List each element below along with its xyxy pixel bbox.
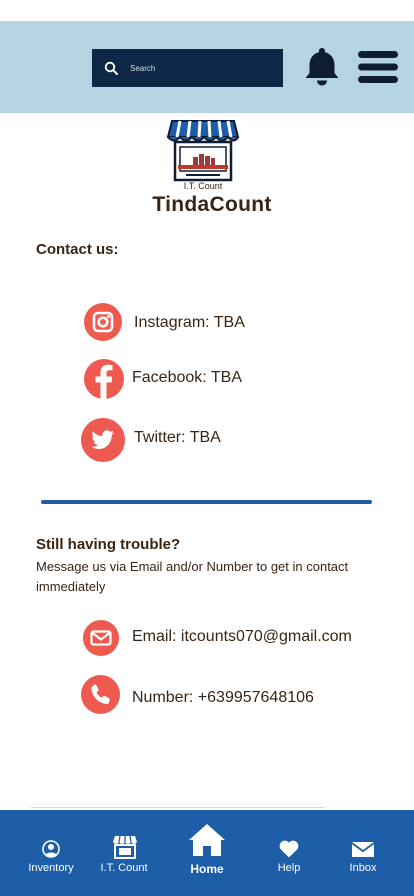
nav-item-inventory[interactable]: Inventory	[11, 810, 91, 896]
email-icon[interactable]	[83, 620, 119, 656]
phone-link[interactable]: Number: +639957648106	[132, 689, 314, 707]
logo-caption: I.T. Count	[183, 181, 223, 191]
twitter-icon[interactable]	[81, 418, 125, 462]
bell-icon[interactable]	[302, 45, 342, 87]
instagram-icon[interactable]	[84, 303, 122, 341]
facebook-icon[interactable]	[84, 359, 124, 399]
search-icon	[104, 61, 118, 75]
nav-item-help[interactable]: Help	[249, 810, 329, 896]
section-divider	[41, 500, 372, 504]
search-input[interactable]	[130, 63, 270, 73]
email-link[interactable]: Email: itcounts070@gmail.com	[132, 628, 352, 646]
search-bar[interactable]	[92, 49, 283, 87]
trouble-description: Message us via Email and/or Number to ge…	[36, 559, 349, 594]
contact-title: Contact us:	[36, 241, 119, 258]
heart-icon	[279, 840, 299, 858]
nav-label-it-count: I.T. Count	[100, 862, 148, 874]
nav-item-home[interactable]: Home	[167, 810, 247, 896]
user-icon	[42, 840, 60, 858]
app-title: TindaCount	[152, 193, 272, 216]
hamburger-menu-icon[interactable]	[358, 51, 398, 83]
facebook-link[interactable]: Facebook: TBA	[132, 369, 242, 387]
nav-label-inventory: Inventory	[28, 862, 74, 874]
content-end-divider	[31, 807, 325, 808]
store-logo-icon	[166, 120, 240, 182]
store-icon	[113, 835, 137, 859]
envelope-icon	[352, 842, 374, 857]
nav-item-inbox[interactable]: Inbox	[323, 810, 403, 896]
phone-icon[interactable]	[81, 675, 120, 714]
instagram-link[interactable]: Instagram: TBA	[134, 314, 245, 332]
bottom-navigation: Inventory I.T. Count Home Help Inbox	[0, 810, 414, 896]
home-icon	[189, 824, 225, 856]
nav-label-inbox: Inbox	[349, 862, 377, 874]
trouble-title: Still having trouble?	[36, 536, 181, 553]
nav-label-home: Home	[190, 862, 224, 876]
top-header	[0, 21, 414, 113]
twitter-link[interactable]: Twitter: TBA	[134, 429, 221, 447]
nav-label-help: Help	[277, 862, 301, 874]
nav-item-it-count[interactable]: I.T. Count	[84, 810, 164, 896]
